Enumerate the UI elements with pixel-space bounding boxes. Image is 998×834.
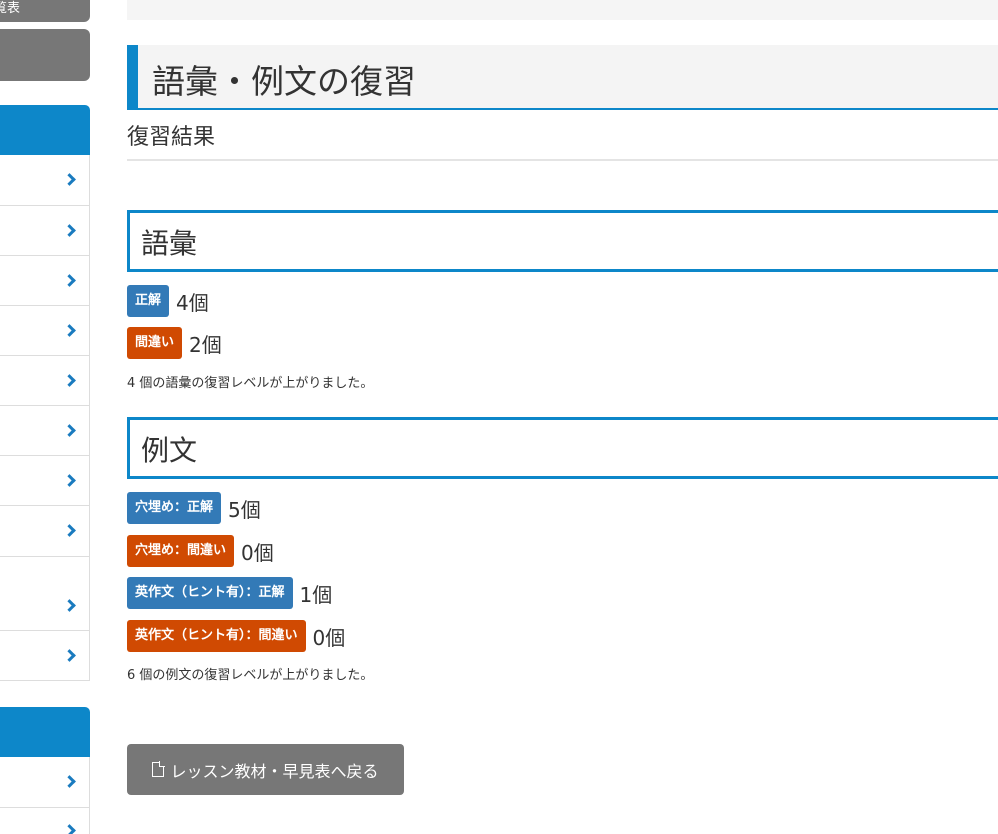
chevron-right-icon [63,374,76,387]
sidebar-top-button-label: 覧表 [0,1,21,16]
sidebar-nav-item[interactable] [0,506,89,557]
top-panel [127,0,998,20]
chevron-right-icon [63,524,76,537]
sentences-heading-text: 例文 [141,434,198,467]
chevron-right-icon [63,824,76,834]
chevron-right-icon [63,599,76,612]
sidebar-nav-item[interactable] [0,155,89,206]
chevron-right-icon [63,649,76,662]
sentences-level-note: 6 個の例文の復習レベルが上がりました。 [127,668,374,683]
page-title-bar: 語彙・例文の復習 [127,45,998,110]
fill-correct-row: 穴埋め：正解 5個 [127,492,261,524]
composition-wrong-count: 0個 [312,625,346,650]
chevron-right-icon [63,274,76,287]
vocab-correct-row: 正解 4個 [127,285,209,317]
sentences-section-heading: 例文 [127,417,998,479]
sidebar-nav-list [0,155,90,681]
sidebar-top-button[interactable]: 覧表 [0,0,90,22]
sidebar-nav-item[interactable] [0,631,89,681]
subtitle-text: 復習結果 [127,125,216,150]
sidebar-nav-item[interactable] [0,256,89,306]
wrong-count: 2個 [189,332,222,357]
chevron-right-icon [63,324,76,337]
vocab-heading-text: 語彙 [141,227,198,260]
results-subtitle: 復習結果 [127,123,998,161]
sidebar-nav-item[interactable] [0,557,89,631]
sidebar-nav-item[interactable] [0,306,89,356]
sidebar-gray-button[interactable] [0,29,90,81]
fill-wrong-count: 0個 [241,540,274,565]
fill-correct-badge: 穴埋め：正解 [127,492,222,524]
chevron-right-icon [63,173,76,186]
sidebar-nav-item[interactable] [0,757,89,808]
sidebar-section-header [0,105,90,155]
sidebar-section-header [0,707,90,757]
sidebar-nav-item[interactable] [0,356,89,406]
sidebar-nav-item[interactable] [0,456,89,506]
vocab-wrong-row: 間違い 2個 [127,327,222,359]
wrong-badge: 間違い [127,327,183,359]
sidebar-nav-item[interactable] [0,206,89,256]
composition-correct-row: 英作文（ヒント有）：正解 1個 [127,577,332,609]
fill-correct-count: 5個 [228,497,261,522]
file-icon [152,761,166,777]
chevron-right-icon [63,224,76,237]
chevron-right-icon [63,474,76,487]
sidebar-nav-item[interactable] [0,406,89,456]
chevron-right-icon [63,775,76,788]
composition-wrong-row: 英作文（ヒント有）：間違い 0個 [127,620,345,652]
composition-correct-badge: 英作文（ヒント有）：正解 [127,577,293,609]
sidebar-nav-list [0,757,90,834]
page-title: 語彙・例文の復習 [152,62,416,101]
back-button-label: レッスン教材・早見表へ戻る [170,761,379,781]
vocab-section-heading: 語彙 [127,210,998,272]
sidebar-nav-item[interactable] [0,808,89,834]
composition-correct-count: 1個 [299,582,333,607]
chevron-right-icon [63,424,76,437]
fill-wrong-row: 穴埋め：間違い 0個 [127,535,274,567]
fill-wrong-badge: 穴埋め：間違い [127,535,235,567]
vocab-level-note: 4 個の語彙の復習レベルが上がりました。 [127,376,374,391]
correct-badge: 正解 [127,285,170,317]
back-to-lesson-button[interactable]: レッスン教材・早見表へ戻る [127,744,404,795]
sidebar: 覧表 [0,0,90,834]
composition-wrong-badge: 英作文（ヒント有）：間違い [127,620,306,652]
correct-count: 4個 [176,290,209,315]
